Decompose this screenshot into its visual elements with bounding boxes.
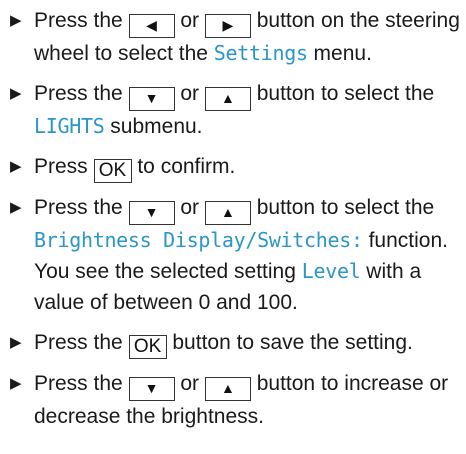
instruction-step: ▶ Press the ◀ or ▶ button on the steering…	[0, 5, 466, 69]
up-arrow-key: ▲	[204, 87, 251, 111]
step-text: menu.	[307, 42, 372, 65]
highlighted-term: Level	[301, 259, 361, 283]
right-arrow-key: ▶	[204, 14, 251, 38]
step-text: submenu.	[104, 115, 203, 138]
bullet-arrow-icon: ▶	[10, 334, 22, 351]
up-arrow-key: ▲	[204, 377, 251, 401]
step-text: Press the	[34, 372, 129, 395]
step-text: or	[174, 196, 205, 219]
step-note: You see the selected setting Level with …	[0, 256, 466, 318]
instruction-step: ▶ Press the ▼ or ▲ button to select the B…	[0, 192, 466, 256]
step-text: Press	[34, 155, 94, 178]
step-text: function.	[362, 229, 448, 252]
step-text: or	[174, 9, 205, 32]
down-arrow-key: ▼	[128, 87, 175, 111]
ok-key: OK	[93, 159, 132, 183]
highlighted-term: Brightness Display/Switches:	[34, 228, 363, 252]
instruction-step: ▶ Press the ▼ or ▲ button to select the L…	[0, 78, 466, 142]
step-text: Press the	[34, 331, 129, 354]
ok-key: OK	[128, 335, 167, 359]
instruction-step: ▶ Press the ▼ or ▲ button to increase or …	[0, 368, 466, 432]
left-arrow-key: ◀	[128, 14, 175, 38]
up-arrow-key: ▲	[204, 201, 251, 225]
bullet-arrow-icon: ▶	[10, 158, 22, 175]
instruction-step: ▶ Press OK to confirm.	[0, 151, 466, 183]
highlighted-term: Settings	[213, 41, 308, 65]
bullet-arrow-icon: ▶	[10, 85, 22, 102]
bullet-arrow-icon: ▶	[10, 12, 22, 29]
down-arrow-key: ▼	[128, 377, 175, 401]
instruction-list: ▶ Press the ◀ or ▶ button on the steering…	[0, 0, 466, 432]
instruction-step: ▶ Press the OK button to save the setting…	[0, 327, 466, 359]
highlighted-term: LIGHTS	[34, 114, 105, 138]
step-text: to confirm.	[131, 155, 236, 178]
step-text: button to save the setting.	[166, 331, 413, 354]
step-text: button to select the	[250, 82, 435, 105]
bullet-arrow-icon: ▶	[10, 199, 22, 216]
bullet-arrow-icon: ▶	[10, 375, 22, 392]
step-text: or	[174, 372, 205, 395]
step-text: or	[174, 82, 205, 105]
step-text: Press the	[34, 9, 129, 32]
step-text: Press the	[34, 196, 129, 219]
down-arrow-key: ▼	[128, 201, 175, 225]
step-text: You see the selected setting	[34, 260, 302, 283]
step-text: button to select the	[250, 196, 435, 219]
step-text: Press the	[34, 82, 129, 105]
